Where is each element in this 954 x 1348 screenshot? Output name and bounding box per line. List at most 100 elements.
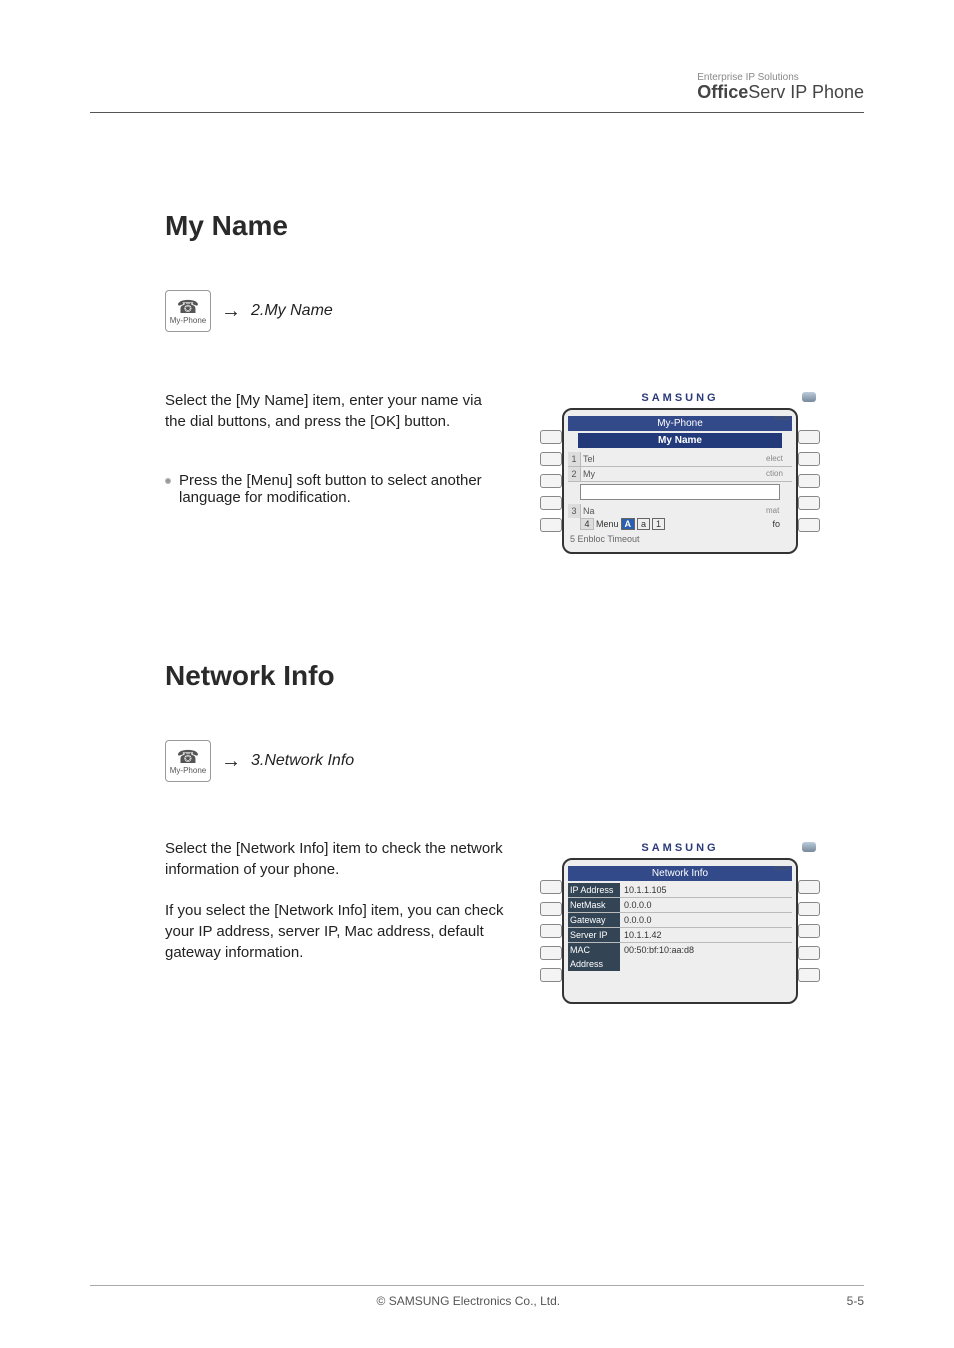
phone-brand: SAMSUNG: [641, 842, 718, 854]
instruction-my-name: Select the [My Name] item, enter your na…: [165, 390, 505, 432]
softkey[interactable]: [798, 902, 820, 916]
input-mode-row: 4 Menu A a 1 fo: [580, 518, 780, 530]
mode-upper[interactable]: A: [621, 518, 636, 530]
copyright: © SAMSUNG Electronics Co., Ltd.: [377, 1294, 561, 1308]
row-fragment: fo: [772, 519, 780, 529]
menu-path-my-name: ☎ My-Phone → 2.My Name: [165, 290, 333, 332]
softkey[interactable]: [798, 496, 820, 510]
path-text-network-info: 3.Network Info: [251, 752, 354, 770]
row-index: 3: [568, 504, 581, 518]
brand-block: Enterprise IP Solutions OfficeServ IP Ph…: [697, 72, 864, 103]
phone-screen-my-name: SAMSUNG ▭▭ My-Phone My Name 1 Tel elect: [540, 388, 820, 554]
field-value: 10.1.1.42: [620, 928, 792, 942]
phone-icon: ☎: [177, 748, 199, 766]
field-label: NetMask: [568, 898, 620, 912]
softkey[interactable]: [540, 902, 562, 916]
led-icon: [802, 842, 816, 852]
instruction-network-info-1: Select the [Network Info] item to check …: [165, 838, 505, 880]
status-bar-icon: ▭▭: [773, 862, 790, 873]
header-divider: [90, 112, 864, 113]
bullet-my-name: Press the [Menu] soft button to select a…: [165, 472, 525, 506]
phone-icon: ☎: [177, 298, 199, 316]
row-label: Tel: [581, 452, 633, 466]
field-value: 00:50:bf:10:aa:d8: [620, 943, 792, 971]
my-phone-icon: ☎ My-Phone: [165, 290, 211, 332]
my-phone-icon: ☎ My-Phone: [165, 740, 211, 782]
row-label: Na: [581, 504, 633, 518]
right-softkey-column: [798, 858, 820, 1004]
bottom-list-item: 5 Enbloc Timeout: [568, 532, 792, 546]
bottom-item-text: 5 Enbloc Timeout: [568, 532, 640, 546]
phone-brand-bar: SAMSUNG: [540, 388, 820, 408]
list-item: 3 Na mat: [568, 504, 792, 518]
lcd-screen: ▭▭ My-Phone My Name 1 Tel elect 2 My cti…: [562, 408, 798, 554]
softkey[interactable]: [798, 924, 820, 938]
screen-title: Network Info: [568, 866, 792, 881]
softkey[interactable]: [798, 880, 820, 894]
softkey[interactable]: [540, 518, 562, 532]
menu-path-network-info: ☎ My-Phone → 3.Network Info: [165, 740, 354, 782]
name-input[interactable]: [580, 484, 780, 500]
page-footer: © SAMSUNG Electronics Co., Ltd. 5-5: [90, 1285, 864, 1308]
instruction-network-info-2: If you select the [Network Info] item, y…: [165, 900, 505, 963]
row-index: 2: [568, 467, 581, 481]
led-icon: [802, 392, 816, 402]
screen-title-inner: My Name: [578, 433, 782, 448]
path-text-my-name: 2.My Name: [251, 302, 333, 320]
brand-suffix: IP Phone: [785, 82, 864, 102]
table-row: MAC Address 00:50:bf:10:aa:d8: [568, 943, 792, 971]
row-index: 1: [568, 452, 581, 466]
mode-numeric[interactable]: 1: [652, 518, 665, 530]
table-row: IP Address 10.1.1.105: [568, 883, 792, 898]
row-value: [633, 467, 766, 481]
table-row: NetMask 0.0.0.0: [568, 898, 792, 913]
brand-main: OfficeServ IP Phone: [697, 83, 864, 103]
softkey[interactable]: [798, 518, 820, 532]
row-fragment: mat: [766, 504, 792, 518]
bullet-icon: [165, 478, 171, 484]
softkey[interactable]: [540, 474, 562, 488]
softkey[interactable]: [540, 968, 562, 982]
table-row: Gateway 0.0.0.0: [568, 913, 792, 928]
row-value: [633, 504, 766, 518]
row-label: My: [581, 467, 633, 481]
field-label: IP Address: [568, 883, 620, 897]
menu-soft-label[interactable]: Menu: [596, 519, 619, 529]
list-item: 1 Tel elect: [568, 452, 792, 467]
right-softkey-column: [798, 408, 820, 554]
phone-screen-network-info: SAMSUNG ▭▭ Network Info IP Address 10.1.…: [540, 838, 820, 1004]
brand-light: Serv: [748, 82, 785, 102]
softkey[interactable]: [540, 924, 562, 938]
icon-caption: My-Phone: [170, 316, 206, 325]
mode-lower[interactable]: a: [637, 518, 650, 530]
softkey[interactable]: [540, 496, 562, 510]
softkey[interactable]: [540, 452, 562, 466]
softkey[interactable]: [540, 430, 562, 444]
field-label: MAC Address: [568, 943, 620, 971]
phone-brand: SAMSUNG: [641, 392, 718, 404]
softkey[interactable]: [798, 968, 820, 982]
softkey[interactable]: [798, 474, 820, 488]
softkey[interactable]: [798, 452, 820, 466]
softkey[interactable]: [798, 430, 820, 444]
left-softkey-column: [540, 858, 562, 1004]
field-label: Server IP: [568, 928, 620, 942]
table-row: Server IP 10.1.1.42: [568, 928, 792, 943]
list-item: 2 My ction: [568, 467, 792, 482]
field-value: 10.1.1.105: [620, 883, 792, 897]
arrow-right-icon: →: [221, 750, 241, 773]
lcd-screen: ▭▭ Network Info IP Address 10.1.1.105 Ne…: [562, 858, 798, 1004]
section-title-my-name: My Name: [165, 210, 288, 242]
softkey[interactable]: [540, 880, 562, 894]
status-bar-icon: ▭▭: [773, 412, 790, 423]
bullet-text: Press the [Menu] soft button to select a…: [179, 472, 525, 506]
page-number: 5-5: [847, 1294, 864, 1308]
row-value: [633, 452, 766, 466]
phone-brand-bar: SAMSUNG: [540, 838, 820, 858]
brand-bold: Office: [697, 82, 748, 102]
row-fragment: ction: [766, 467, 792, 481]
row-fragment: elect: [766, 452, 792, 466]
arrow-right-icon: →: [221, 300, 241, 323]
softkey[interactable]: [540, 946, 562, 960]
softkey[interactable]: [798, 946, 820, 960]
